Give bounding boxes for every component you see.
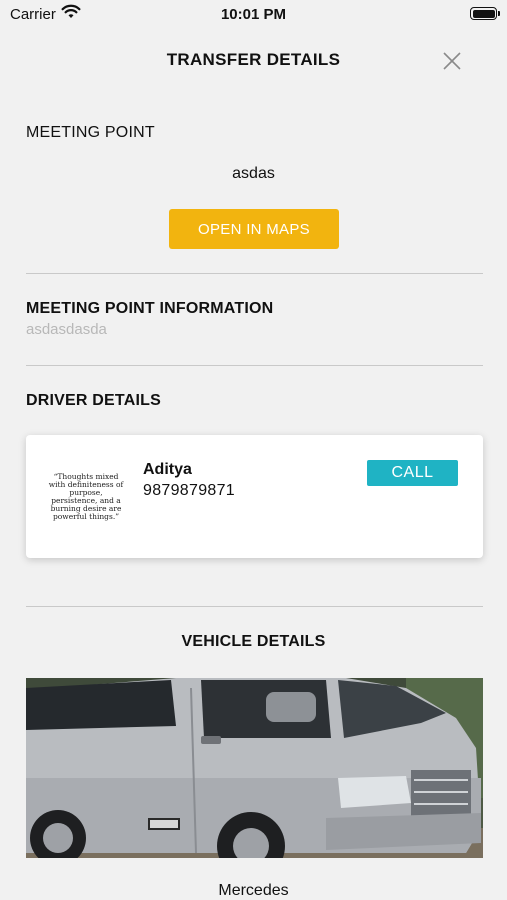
driver-name: Aditya (143, 461, 192, 478)
driver-avatar: “Thoughts mixed with definiteness of pur… (46, 457, 126, 537)
avatar-quote-text: “Thoughts mixed with definiteness of pur… (48, 472, 124, 521)
open-in-maps-button[interactable]: OPEN IN MAPS (169, 209, 339, 249)
van-illustration (26, 678, 483, 858)
page-title: TRANSFER DETAILS (166, 50, 341, 69)
driver-phone: 9879879871 (143, 482, 235, 499)
battery-icon (470, 7, 500, 20)
divider (26, 273, 483, 274)
meeting-point-label: MEETING POINT (26, 124, 155, 141)
meeting-info-title: MEETING POINT INFORMATION (26, 300, 274, 317)
clock: 10:01 PM (220, 6, 287, 23)
vehicle-name: Mercedes (218, 882, 289, 899)
close-icon[interactable] (441, 50, 463, 72)
call-button[interactable]: CALL (367, 460, 458, 486)
meeting-info-text: asdasdasda (26, 321, 107, 338)
driver-details-title: DRIVER DETAILS (26, 392, 161, 409)
meeting-point-value: asdas (232, 165, 275, 182)
divider (26, 365, 483, 366)
divider (26, 606, 483, 607)
vehicle-photo (26, 678, 483, 858)
vehicle-details-title: VEHICLE DETAILS (181, 633, 326, 650)
status-bar: Carrier 10:01 PM (0, 0, 507, 28)
driver-card: “Thoughts mixed with definiteness of pur… (26, 435, 483, 558)
